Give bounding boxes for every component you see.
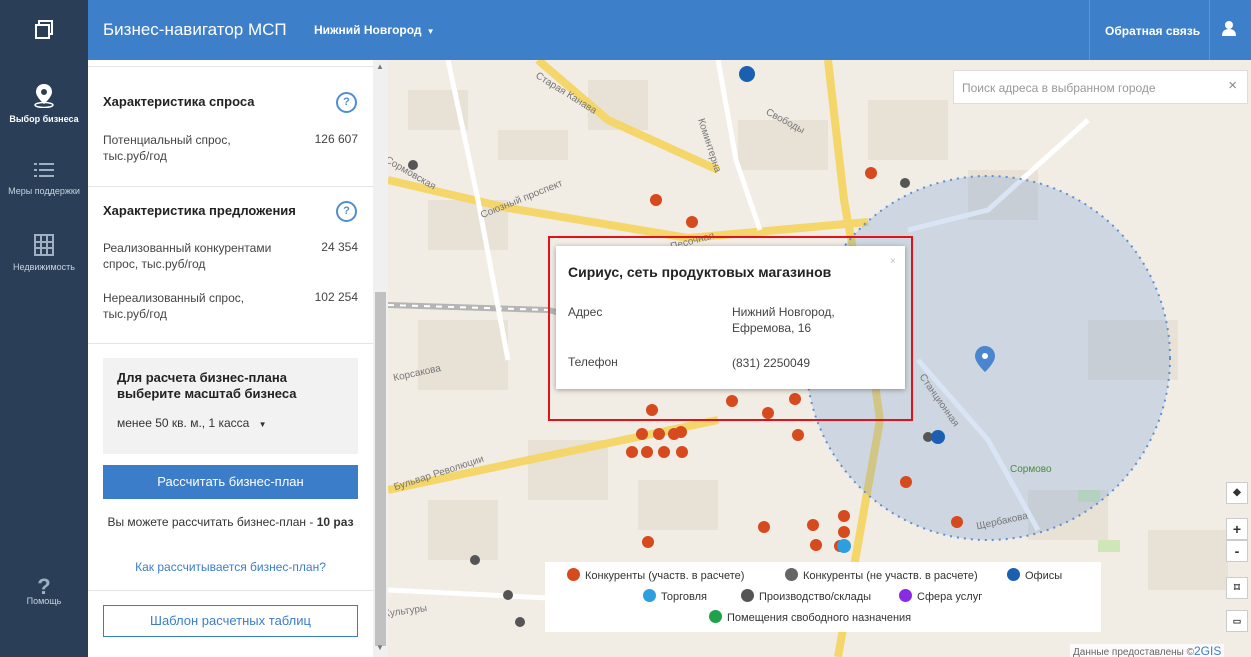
nav-item-realty[interactable]: Недвижимость	[0, 234, 88, 272]
address-search-input[interactable]	[962, 79, 1212, 97]
city-selector[interactable]: Нижний Новгород ▼	[314, 23, 434, 37]
logo[interactable]	[0, 0, 88, 60]
inactive-competitor-marker-icon	[785, 568, 798, 581]
feedback-cell: Обратная связь	[1089, 0, 1210, 60]
legend-label: Офисы	[1025, 570, 1063, 582]
map-pin-icon	[34, 84, 54, 109]
address-search: ×	[953, 70, 1248, 104]
ruler-icon[interactable]: ▭	[1226, 610, 1248, 632]
legend-item: Конкуренты (не участв. в расчете)	[785, 568, 978, 582]
attribution-text: Данные предоставлены ©	[1073, 647, 1194, 657]
business-scale-select[interactable]: менее 50 кв. м., 1 касса ▼	[117, 416, 267, 430]
zoom-out-icon[interactable]: -	[1226, 540, 1248, 562]
attribution-brand-link[interactable]: 2GIS	[1194, 644, 1221, 657]
list-icon	[34, 163, 54, 177]
potential-demand-label: Потенциальный спрос, тыс.руб/год	[103, 133, 231, 163]
nav-label: Помощь	[26, 596, 62, 606]
map[interactable]: Старая Канава Коминтерна Свободы Сормовс…	[388, 60, 1251, 657]
select-area-icon[interactable]: ⌑	[1226, 577, 1248, 599]
top-bar: Бизнес-навигатор МСП Нижний Новгород ▼ Об…	[0, 0, 1251, 60]
layers-icon[interactable]: ◆	[1226, 482, 1248, 504]
office-marker-icon	[1007, 568, 1020, 581]
legend-item: Производство/склады	[741, 589, 871, 603]
business-scale-title: Для расчета бизнес-плана выберите масшта…	[117, 370, 297, 401]
services-marker-icon	[899, 589, 912, 602]
how-calc-link[interactable]: Как рассчитывается бизнес-план?	[103, 560, 358, 574]
nav-item-help[interactable]: ? Помощь	[0, 574, 88, 607]
city-label: Нижний Новгород	[314, 23, 422, 37]
zoom-in-icon[interactable]: +	[1226, 518, 1248, 540]
competitor-marker-icon	[567, 568, 580, 581]
supply-title: Характеристика предложения	[103, 203, 296, 218]
divider	[88, 186, 373, 187]
street-label: Сормово	[1010, 464, 1052, 475]
legend-item: Конкуренты (участв. в расчете)	[567, 568, 744, 582]
nav-label: Недвижимость	[13, 262, 75, 272]
question-icon: ?	[37, 574, 51, 599]
nav-label: Меры поддержки	[8, 186, 80, 196]
help-supply-button[interactable]: ?	[336, 201, 357, 222]
side-panel: Характеристика спроса ? Потенциальный сп…	[88, 60, 373, 657]
legend-item: Офисы	[1007, 568, 1062, 582]
business-scale-box: Для расчета бизнес-плана выберите масшта…	[103, 358, 358, 454]
window-stack-icon	[35, 20, 53, 39]
demand-title: Характеристика спроса	[103, 94, 255, 109]
unrealized-demand-label: Нереализованный спрос, тыс.руб/год	[103, 291, 245, 321]
business-scale-value: менее 50 кв. м., 1 касса	[117, 416, 250, 430]
user-icon[interactable]	[1222, 20, 1236, 36]
chevron-down-icon: ▼	[258, 420, 267, 429]
left-nav: Выбор бизнеса Меры поддержки Недвижимост…	[0, 60, 88, 657]
nav-item-business-choice[interactable]: Выбор бизнеса	[0, 82, 88, 124]
building-icon	[34, 234, 54, 256]
app-root: Бизнес-навигатор МСП Нижний Новгород ▼ Об…	[0, 0, 1251, 657]
legend-label: Конкуренты (участв. в расчете)	[585, 570, 745, 582]
chevron-down-icon: ▼	[426, 27, 435, 36]
realized-demand-label: Реализованный конкурентами спрос, тыс.ру…	[103, 241, 272, 271]
trade-marker-icon	[643, 589, 656, 602]
legend-label: Производство/склады	[759, 591, 872, 603]
legend-label: Сфера услуг	[917, 591, 983, 603]
calculate-plan-button[interactable]: Рассчитать бизнес-план	[103, 465, 358, 499]
scroll-down-arrow-icon[interactable]: ▼	[376, 643, 384, 652]
scroll-up-arrow-icon[interactable]: ▲	[376, 62, 384, 71]
popup-highlight-frame	[548, 236, 913, 421]
app-title[interactable]: Бизнес-навигатор МСП	[103, 20, 287, 40]
panel-scrollbar[interactable]: ▲ ▼	[373, 60, 388, 657]
realized-demand-value: 24 354	[321, 240, 358, 254]
legend-label: Торговля	[661, 591, 707, 603]
divider	[88, 590, 373, 591]
unrealized-demand-value: 102 254	[314, 290, 358, 304]
template-tables-button[interactable]: Шаблон расчетных таблиц	[103, 605, 358, 637]
nav-label: Выбор бизнеса	[9, 114, 79, 124]
calc-remaining-count: 10	[316, 515, 331, 529]
help-demand-button[interactable]: ?	[336, 92, 357, 113]
scroll-thumb[interactable]	[375, 292, 386, 646]
map-attribution: Данные предоставлены ©2GIS	[1070, 644, 1225, 657]
calc-remaining-prefix: Вы можете рассчитать бизнес-план -	[107, 515, 317, 529]
feedback-link[interactable]: Обратная связь	[1105, 24, 1200, 38]
close-icon[interactable]: ×	[1228, 77, 1237, 94]
free-premises-marker-icon	[709, 610, 722, 623]
divider	[88, 343, 373, 344]
map-legend: Конкуренты (участв. в расчете) Конкурент…	[545, 562, 1101, 632]
calc-remaining-text: Вы можете рассчитать бизнес-план - 10 ра…	[103, 514, 358, 530]
legend-item: Сфера услуг	[899, 589, 982, 603]
warehouse-marker-icon	[741, 589, 754, 602]
calc-remaining-suffix: раз	[330, 515, 354, 529]
legend-label: Конкуренты (не участв. в расчете)	[803, 570, 978, 582]
legend-item: Торговля	[643, 589, 707, 603]
divider	[88, 66, 373, 67]
legend-item: Помещения свободного назначения	[709, 610, 911, 624]
potential-demand-value: 126 607	[314, 132, 358, 146]
legend-label: Помещения свободного назначения	[727, 612, 912, 624]
nav-item-support[interactable]: Меры поддержки	[0, 160, 88, 196]
